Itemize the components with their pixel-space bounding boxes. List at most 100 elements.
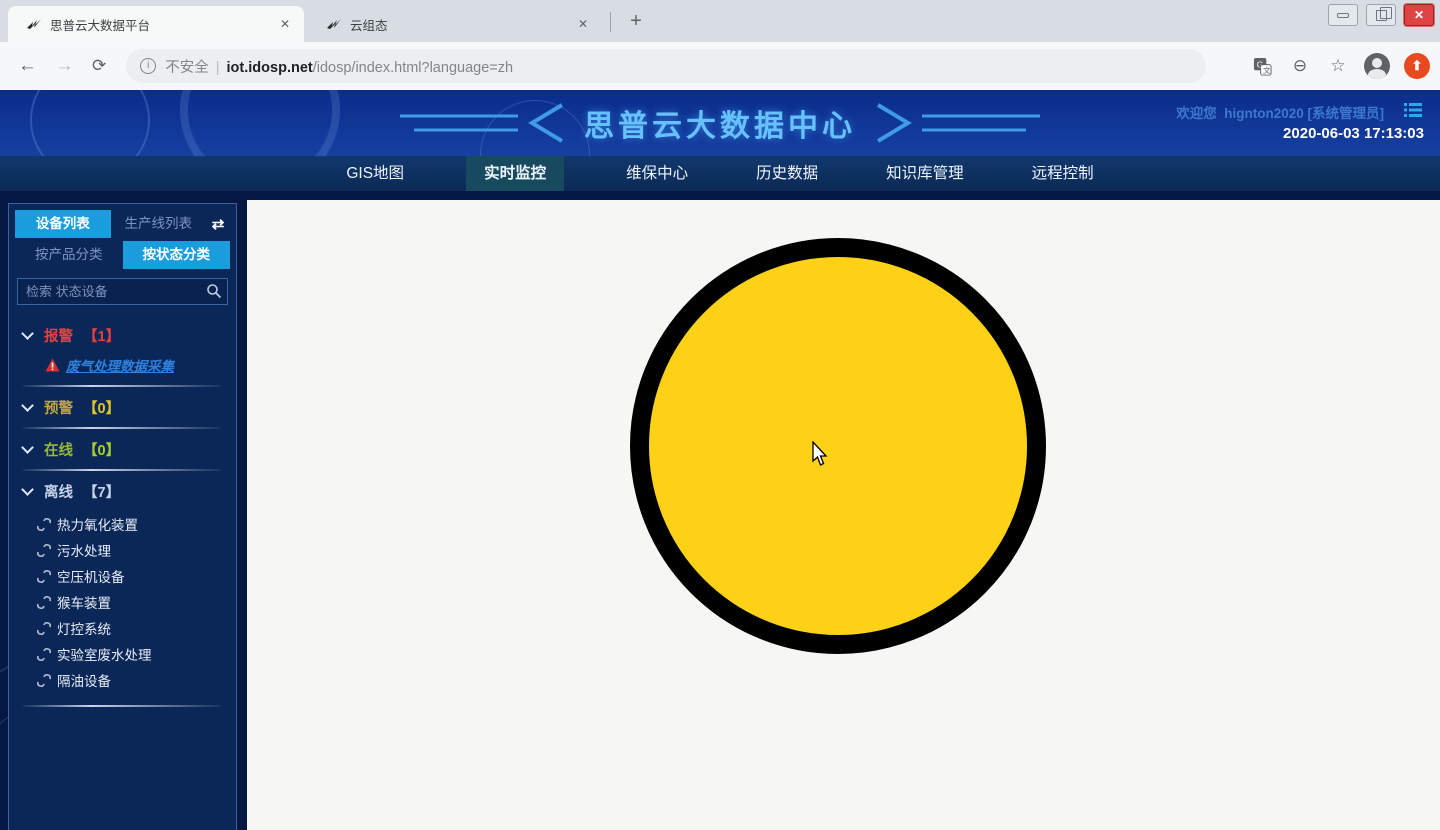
tab-title: 思普云大数据平台 [50,15,276,34]
tree-section-alarm[interactable]: 报警 【1】 [21,323,230,347]
tree-section-online[interactable]: 在线 【0】 [21,437,230,461]
page-header: 思普云大数据中心 欢迎您 hignton2020 [系统管理员] 2020-06… [0,90,1440,156]
browser-toolbar: ← → ⟳ i 不安全|iot.idosp.net/idosp/index.ht… [0,42,1440,90]
unlink-icon [37,674,51,687]
offline-device-row[interactable]: 热力氧化装置 [37,511,230,537]
offline-device-row[interactable]: 空压机设备 [37,563,230,589]
window-close-button[interactable]: ✕ [1404,4,1434,26]
nav-item-remote-control[interactable]: 远程控制 [1026,156,1100,191]
close-icon: ✕ [1414,8,1424,22]
menu-list-icon[interactable] [1404,102,1422,123]
url-text: 不安全|iot.idosp.net/idosp/index.html?langu… [165,56,513,77]
reload-button[interactable]: ⟳ [92,56,106,76]
tab-device-list[interactable]: 设备列表 [15,210,111,238]
search-input[interactable] [17,278,228,305]
profile-avatar[interactable] [1364,53,1390,79]
tree-label-alarm: 报警 [44,325,73,346]
chevron-down-icon[interactable] [21,327,34,340]
window-minimize-button[interactable] [1328,4,1358,26]
unlink-icon [37,648,51,661]
tab-separator [610,12,611,32]
tab-favicon-icon [326,16,342,32]
nav-item-maintenance[interactable]: 维保中心 [620,156,694,191]
svg-text:文: 文 [1262,65,1270,75]
window-restore-button[interactable] [1366,4,1396,26]
tree-section-warning[interactable]: 预警 【0】 [21,395,230,419]
tab-title: 云组态 [350,15,574,34]
minimize-icon [1337,13,1349,18]
tree-count-offline: 【7】 [83,481,120,502]
title-left-decoration [400,103,570,143]
offline-device-label: 空压机设备 [57,566,125,586]
nav-item-gis[interactable]: GIS地图 [340,156,410,191]
username: hignton2020 [系统管理员] [1224,106,1384,121]
datetime-display: 2020-06-03 17:13:03 [1283,125,1424,142]
chevron-down-icon[interactable] [21,441,34,454]
offline-device-label: 灯控系统 [57,618,111,638]
title-right-decoration [870,103,1040,143]
welcome-text: 欢迎您 hignton2020 [系统管理员] [1176,102,1384,122]
toolbar-right-icons: G文 ⊖ ☆ ⬆ [1250,42,1430,90]
tree-label-offline: 离线 [44,481,73,502]
offline-device-row[interactable]: 灯控系统 [37,615,230,641]
tree-label-warning: 预警 [44,397,73,418]
subtab-by-status[interactable]: 按状态分类 [123,241,231,269]
tab-favicon-icon [26,16,42,32]
url-divider: | [209,60,227,76]
chevron-down-icon[interactable] [21,483,34,496]
chevron-down-icon[interactable] [21,399,34,412]
device-status-tree: 报警 【1】 废气处理数据采集 预警 【0】 在线 【0】 [15,323,230,707]
tree-section-offline[interactable]: 离线 【7】 [21,479,230,503]
unlink-icon [37,596,51,609]
page-viewport: 思普云大数据中心 欢迎您 hignton2020 [系统管理员] 2020-06… [0,90,1440,830]
page-info-icon[interactable]: i [140,58,156,74]
section-divider [23,385,220,387]
tab-close-icon[interactable]: ✕ [574,15,592,33]
status-circle[interactable] [630,238,1046,654]
alarm-device-link[interactable]: 废气处理数据采集 [66,355,174,375]
search-icon[interactable] [206,283,222,304]
browser-tab-2[interactable]: 云组态 ✕ [308,6,602,42]
tree-count-online: 【0】 [83,439,120,460]
tab-close-icon[interactable]: ✕ [276,15,294,33]
back-button[interactable]: ← [18,55,37,77]
unlink-icon [37,518,51,531]
nav-item-knowledge[interactable]: 知识库管理 [880,156,970,191]
section-divider [23,469,220,471]
nav-item-history[interactable]: 历史数据 [750,156,824,191]
extension-button[interactable]: ⬆ [1404,53,1430,79]
window-controls: ✕ [1328,4,1434,26]
subtab-by-product[interactable]: 按产品分类 [15,241,123,269]
offline-device-label: 猴车装置 [57,592,111,612]
offline-device-label: 热力氧化装置 [57,514,138,534]
unlink-icon [37,544,51,557]
unlink-icon [37,622,51,635]
translate-icon[interactable]: G文 [1250,54,1274,78]
offline-device-row[interactable]: 隔油设备 [37,667,230,693]
monitor-canvas[interactable] [247,200,1440,830]
browser-tab-1[interactable]: 思普云大数据平台 ✕ [8,6,304,42]
tree-label-online: 在线 [44,439,73,460]
zoom-out-icon[interactable]: ⊖ [1288,54,1312,78]
browser-tab-strip: 思普云大数据平台 ✕ 云组态 ✕ + ✕ [0,0,1440,42]
device-sidebar: 设备列表 生产线列表 ⇄ 按产品分类 按状态分类 报警 【1】 [8,203,237,830]
alarm-device-row[interactable]: 废气处理数据采集 [45,355,230,375]
new-tab-button[interactable]: + [622,8,650,36]
offline-device-row[interactable]: 猴车装置 [37,589,230,615]
address-bar[interactable]: i 不安全|iot.idosp.net/idosp/index.html?lan… [126,49,1206,83]
security-label: 不安全 [165,60,209,76]
nav-item-realtime-monitor[interactable]: 实时监控 [466,156,564,191]
offline-device-label: 污水处理 [57,540,111,560]
bookmark-star-icon[interactable]: ☆ [1326,54,1350,78]
tab-production-line-list[interactable]: 生产线列表 [111,210,207,238]
offline-device-row[interactable]: 实验室废水处理 [37,641,230,667]
section-divider [23,705,220,707]
mouse-cursor [812,441,830,467]
forward-button[interactable]: → [55,55,74,77]
url-host: iot.idosp.net [227,60,313,76]
offline-device-row[interactable]: 污水处理 [37,537,230,563]
unlink-icon [37,570,51,583]
swap-icon[interactable]: ⇄ [206,215,230,233]
section-divider [23,427,220,429]
welcome-prefix: 欢迎您 [1176,106,1217,121]
